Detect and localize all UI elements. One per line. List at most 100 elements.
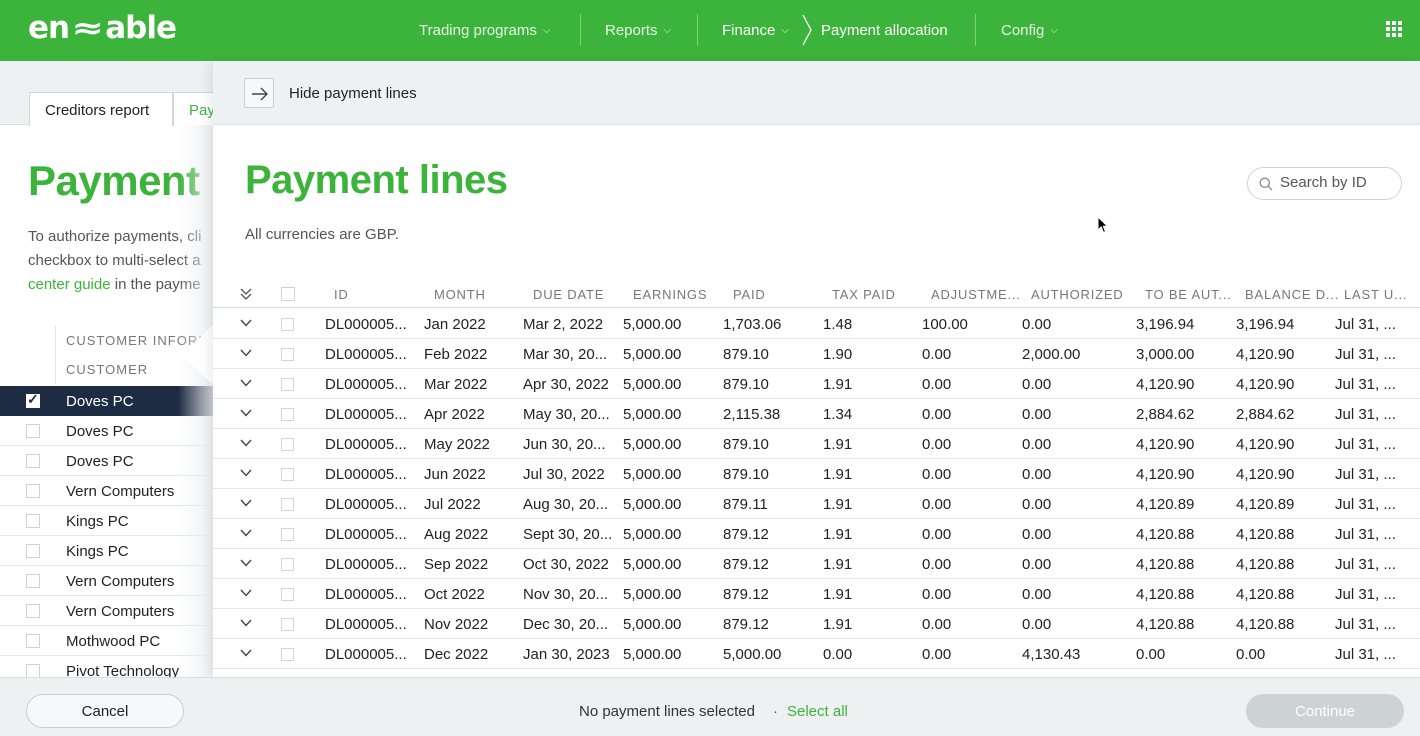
cell-due-date: Jun 30, 20... bbox=[523, 436, 606, 453]
cell-adjustments: 0.00 bbox=[922, 346, 952, 363]
table-row[interactable]: DL000005... Aug 2022 Sept 30, 20... 5,000.0… bbox=[213, 519, 1420, 549]
row-checkbox[interactable] bbox=[26, 664, 40, 677]
row-checkbox[interactable] bbox=[26, 544, 40, 558]
column-header-to-be-authorized[interactable]: TO BE AUT... bbox=[1145, 287, 1232, 302]
chevron-down-icon[interactable] bbox=[240, 529, 252, 537]
cell-earnings: 5,000.00 bbox=[623, 586, 682, 603]
table-row[interactable]: DL000005... Jan 2022 Mar 2, 2022 5,000.00 1,… bbox=[213, 309, 1420, 339]
chevron-down-icon[interactable] bbox=[240, 349, 252, 357]
nav-reports[interactable]: Reports ⌵ bbox=[605, 0, 671, 61]
expand-all-icon[interactable] bbox=[239, 287, 253, 301]
cell-due-date: Mar 30, 20... bbox=[523, 346, 608, 363]
table-row[interactable]: DL000005... Oct 2022 Nov 30, 20... 5,000.00… bbox=[213, 579, 1420, 609]
column-header-due-date[interactable]: DUE DATE bbox=[533, 287, 604, 302]
cell-tax-paid: 1.91 bbox=[823, 436, 853, 453]
row-checkbox[interactable] bbox=[281, 378, 294, 391]
cell-earnings: 5,000.00 bbox=[623, 436, 682, 453]
table-row[interactable]: DL000005... Apr 2022 May 30, 20... 5,000.00… bbox=[213, 399, 1420, 429]
table-row[interactable]: DL000005... Jul 2022 Aug 30, 20... 5,000.00… bbox=[213, 489, 1420, 519]
column-header-customer[interactable]: CUSTOMER bbox=[66, 362, 148, 377]
cell-last-updated: Jul 31, ... bbox=[1335, 556, 1396, 573]
chevron-down-icon[interactable] bbox=[240, 409, 252, 417]
column-header-last-updated[interactable]: LAST U... bbox=[1344, 287, 1407, 302]
continue-button[interactable]: Continue bbox=[1246, 694, 1404, 728]
table-row[interactable]: DL000005... Sep 2022 Oct 30, 2022 5,000.00 8… bbox=[213, 549, 1420, 579]
cancel-button[interactable]: Cancel bbox=[26, 694, 184, 728]
cell-month: Feb 2022 bbox=[424, 346, 488, 363]
column-header-authorized[interactable]: AUTHORIZED bbox=[1031, 287, 1124, 302]
cell-id: DL000005... bbox=[325, 496, 407, 513]
enable-logo[interactable]: en≈able bbox=[28, 10, 177, 46]
table-row[interactable]: DL000005... May 2022 Jun 30, 20... 5,000.00… bbox=[213, 429, 1420, 459]
tab-creditors-report[interactable]: Creditors report bbox=[29, 92, 173, 126]
cell-paid: 879.12 bbox=[723, 616, 769, 633]
column-header-adjustments[interactable]: ADJUSTME... bbox=[931, 287, 1021, 302]
chevron-down-icon[interactable] bbox=[240, 499, 252, 507]
cell-last-updated: Jul 31, ... bbox=[1335, 466, 1396, 483]
nav-finance[interactable]: Finance ⌵ bbox=[722, 0, 789, 61]
row-checkbox[interactable] bbox=[26, 454, 40, 468]
cell-paid: 879.12 bbox=[723, 556, 769, 573]
cell-authorized: 0.00 bbox=[1022, 466, 1052, 483]
column-header-earnings[interactable]: EARNINGS bbox=[633, 287, 707, 302]
chevron-down-icon[interactable] bbox=[240, 439, 252, 447]
help-center-link[interactable]: center guide bbox=[28, 276, 111, 293]
table-row[interactable]: DL000005... Jun 2022 Jul 30, 2022 5,000.00 8… bbox=[213, 459, 1420, 489]
cell-balance-due: 2,884.62 bbox=[1236, 406, 1295, 423]
row-checkbox[interactable] bbox=[281, 408, 294, 421]
table-row[interactable]: DL000005... Feb 2022 Mar 30, 20... 5,000.00… bbox=[213, 339, 1420, 369]
cell-due-date: May 30, 20... bbox=[523, 406, 610, 423]
app-grid-icon[interactable] bbox=[1386, 21, 1402, 37]
row-checkbox[interactable] bbox=[281, 558, 294, 571]
chevron-down-icon[interactable] bbox=[240, 319, 252, 327]
cell-adjustments: 0.00 bbox=[922, 466, 952, 483]
select-all-checkbox[interactable] bbox=[281, 287, 295, 301]
column-header-month[interactable]: MONTH bbox=[434, 287, 486, 302]
chevron-down-icon[interactable] bbox=[240, 379, 252, 387]
row-checkbox[interactable] bbox=[26, 604, 40, 618]
row-checkbox[interactable] bbox=[281, 468, 294, 481]
search-field[interactable] bbox=[1247, 167, 1402, 200]
row-checkbox[interactable] bbox=[281, 318, 294, 331]
row-checkbox[interactable] bbox=[281, 348, 294, 361]
row-checkbox[interactable] bbox=[281, 618, 294, 631]
row-checkbox[interactable] bbox=[26, 484, 40, 498]
row-checkbox[interactable] bbox=[26, 634, 40, 648]
nav-config[interactable]: Config ⌵ bbox=[1001, 0, 1058, 61]
tab-payment-allocation[interactable]: Pay bbox=[173, 92, 213, 126]
column-header-id[interactable]: ID bbox=[334, 287, 349, 302]
chevron-down-icon[interactable] bbox=[240, 559, 252, 567]
row-checkbox[interactable] bbox=[281, 588, 294, 601]
row-checkbox[interactable] bbox=[281, 648, 294, 661]
search-input[interactable] bbox=[1280, 174, 1395, 191]
table-row[interactable]: DL000005... Mar 2022 Apr 30, 2022 5,000.00 8… bbox=[213, 369, 1420, 399]
column-header-balance-due[interactable]: BALANCE D... bbox=[1245, 287, 1339, 302]
hide-payment-lines-label[interactable]: Hide payment lines bbox=[289, 85, 417, 102]
chevron-down-icon[interactable] bbox=[240, 649, 252, 657]
overlay-shadow bbox=[178, 125, 213, 677]
row-checkbox[interactable] bbox=[26, 514, 40, 528]
cell-id: DL000005... bbox=[325, 436, 407, 453]
chevron-down-icon[interactable] bbox=[240, 619, 252, 627]
chevron-down-icon[interactable] bbox=[240, 469, 252, 477]
row-checkbox[interactable] bbox=[26, 391, 40, 408]
cell-last-updated: Jul 31, ... bbox=[1335, 616, 1396, 633]
cell-earnings: 5,000.00 bbox=[623, 526, 682, 543]
row-checkbox[interactable] bbox=[281, 438, 294, 451]
nav-payment-allocation[interactable]: Payment allocation bbox=[821, 0, 948, 61]
cell-month: Jun 2022 bbox=[424, 466, 486, 483]
chevron-down-icon[interactable] bbox=[240, 589, 252, 597]
hide-payment-lines-button[interactable] bbox=[244, 78, 274, 108]
column-header-tax-paid[interactable]: TAX PAID bbox=[832, 287, 896, 302]
nav-trading-programs[interactable]: Trading programs ⌵ bbox=[419, 0, 550, 61]
row-checkbox[interactable] bbox=[281, 498, 294, 511]
cell-earnings: 5,000.00 bbox=[623, 346, 682, 363]
row-checkbox[interactable] bbox=[26, 574, 40, 588]
column-header-paid[interactable]: PAID bbox=[733, 287, 766, 302]
row-checkbox[interactable] bbox=[26, 424, 40, 438]
select-all-link[interactable]: Select all bbox=[787, 703, 848, 720]
table-row[interactable]: DL000005... Dec 2022 Jan 30, 2023 5,000.00 5… bbox=[213, 639, 1420, 669]
table-row[interactable]: DL000005... Nov 2022 Dec 30, 20... 5,000.00… bbox=[213, 609, 1420, 639]
row-checkbox[interactable] bbox=[281, 528, 294, 541]
cell-to-be-authorized: 2,884.62 bbox=[1136, 406, 1195, 423]
